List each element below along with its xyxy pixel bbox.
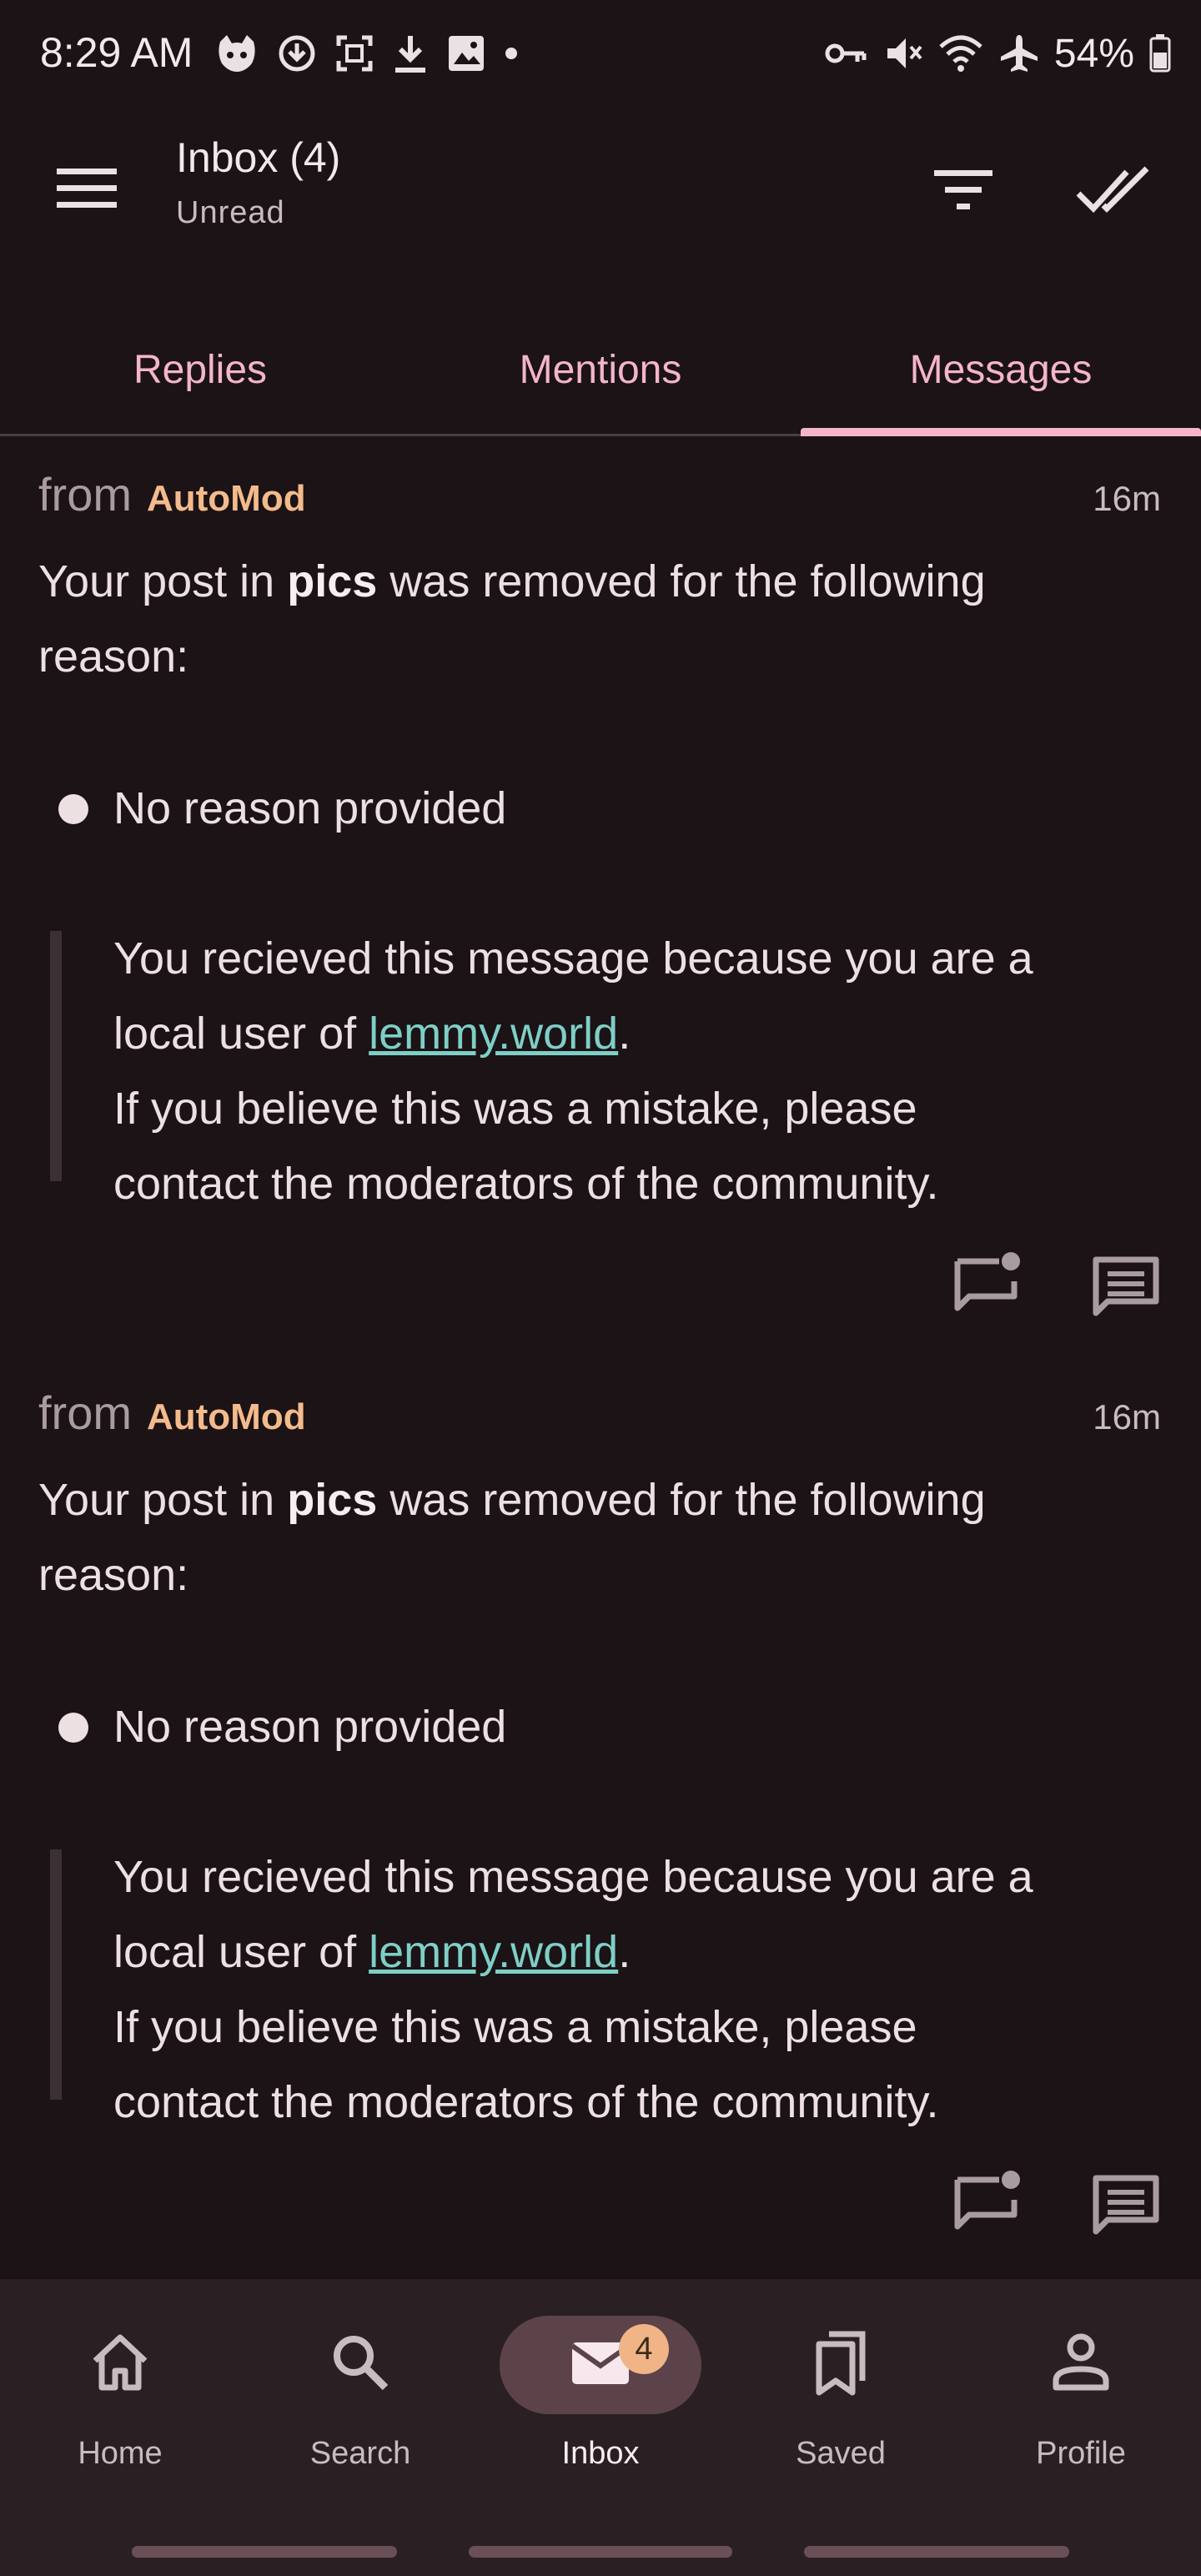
nav-inbox-label: Inbox [561, 2436, 640, 2471]
image-icon [449, 36, 484, 71]
status-system-icons: 54% [824, 30, 1171, 77]
filter-button[interactable] [926, 152, 1001, 227]
tab-selected-indicator [801, 428, 1201, 436]
status-time: 8:29 AM [40, 29, 193, 76]
search-icon [334, 2336, 389, 2391]
page-subtitle: Unread [176, 195, 285, 230]
quote-line-3: If you believe this was a mistake, pleas… [113, 2002, 917, 2052]
reply-icon [954, 2171, 1020, 2230]
quote-prefix: local user of [113, 1009, 369, 1059]
nav-search-label: Search [309, 2436, 411, 2471]
view-context-button[interactable] [1089, 2166, 1163, 2240]
nav-profile[interactable]: Profile [961, 2279, 1201, 2496]
body-suffix: was removed for the following [377, 556, 986, 606]
quote-line-2: local user of lemmy.world. [113, 1914, 631, 1990]
reply-icon [954, 1252, 1020, 1311]
vpn-key-icon [825, 43, 867, 63]
bullet-text: No reason provided [113, 1702, 507, 1752]
message-header: from AutoMod [38, 1386, 306, 1444]
nav-saved-label: Saved [796, 2436, 886, 2471]
reply-button[interactable] [951, 1248, 1024, 1321]
message-body-line-2: reason: [38, 1550, 189, 1600]
nav-home[interactable]: Home [0, 2279, 240, 2496]
message-body-line: Your post in pics was removed for the fo… [38, 544, 1173, 619]
bottom-navigation: Home Search 4 Inbox Saved Profile [0, 2279, 1201, 2576]
person-icon [1053, 2333, 1109, 2391]
blockquote-bar [50, 931, 62, 1181]
download-icon [395, 36, 425, 73]
dot-icon [505, 48, 517, 59]
gesture-bar[interactable] [804, 2546, 1069, 2558]
quote-prefix: local user of [113, 1927, 369, 1977]
page-title: Inbox (4) [176, 134, 341, 181]
screenshot-icon [336, 35, 373, 72]
inbox-tabs: Replies Mentions Messages [0, 305, 1201, 436]
quote-line-4: contact the moderators of the community. [113, 2077, 939, 2127]
mute-icon [887, 38, 922, 68]
quote-line-4: contact the moderators of the community. [113, 1159, 939, 1209]
bullet-dot [58, 794, 88, 824]
message-time: 16m [1093, 1397, 1161, 1436]
top-app-bar: Inbox (4) Unread [0, 108, 1201, 259]
menu-icon [57, 169, 117, 208]
quote-line-3: If you believe this was a mistake, pleas… [113, 1084, 917, 1134]
wifi-icon [939, 35, 982, 72]
reply-button[interactable] [951, 2166, 1024, 2240]
message-body-line-2: reason: [38, 631, 189, 682]
status-notification-icons [215, 30, 519, 77]
airplane-icon [1000, 35, 1038, 72]
quote-line-1: You recieved this message because you ar… [113, 933, 1033, 984]
mark-all-read-button[interactable] [1072, 152, 1155, 227]
home-icon [93, 2334, 148, 2391]
message-time: 16m [1093, 479, 1161, 518]
message-body-line: Your post in pics was removed for the fo… [38, 1462, 1173, 1537]
body-prefix: Your post in [38, 556, 288, 606]
nav-inbox[interactable]: 4 Inbox [480, 2279, 721, 2496]
quote-suffix: . [618, 1009, 631, 1059]
from-label: from [38, 1386, 132, 1439]
tab-messages[interactable]: Messages [801, 305, 1201, 434]
tab-replies[interactable]: Replies [0, 305, 400, 434]
bullet-text: No reason provided [113, 783, 507, 833]
message-author[interactable]: AutoMod [147, 478, 306, 520]
double-check-icon [1076, 166, 1149, 214]
view-context-button[interactable] [1089, 1248, 1163, 1321]
battery-percent: 54% [1053, 31, 1134, 76]
filter-icon [934, 170, 992, 209]
message-author[interactable]: AutoMod [147, 1396, 306, 1438]
comment-icon [1093, 1256, 1159, 1316]
comment-icon [1093, 2175, 1159, 2235]
blockquote-bar [50, 1849, 62, 2100]
bookmarks-icon [816, 2331, 866, 2396]
gesture-bar[interactable] [132, 2546, 397, 2558]
nav-profile-label: Profile [1036, 2436, 1126, 2471]
gesture-bar[interactable] [469, 2546, 732, 2558]
message-header: from AutoMod [38, 467, 306, 526]
instance-link[interactable]: lemmy.world [369, 1927, 618, 1977]
quote-suffix: . [618, 1927, 631, 1977]
community-name: pics [287, 556, 378, 606]
body-suffix: was removed for the following [377, 1475, 986, 1525]
status-bar: 8:29 AM 54% [0, 0, 1201, 108]
from-label: from [38, 468, 132, 521]
bullet-dot [58, 1713, 88, 1743]
inbox-badge: 4 [619, 2324, 669, 2374]
tab-mentions[interactable]: Mentions [400, 305, 801, 434]
quote-line-1: You recieved this message because you ar… [113, 1852, 1033, 1902]
download-status-icon [279, 35, 315, 72]
nav-saved[interactable]: Saved [721, 2279, 961, 2496]
quote-line-2: local user of lemmy.world. [113, 996, 631, 1071]
battery-icon [1149, 34, 1171, 73]
nav-home-label: Home [78, 2436, 163, 2471]
community-name: pics [287, 1475, 378, 1525]
nav-search[interactable]: Search [240, 2279, 480, 2496]
cat-app-icon [219, 35, 255, 72]
body-prefix: Your post in [38, 1475, 288, 1525]
menu-button[interactable] [43, 155, 130, 222]
instance-link[interactable]: lemmy.world [369, 1009, 618, 1059]
